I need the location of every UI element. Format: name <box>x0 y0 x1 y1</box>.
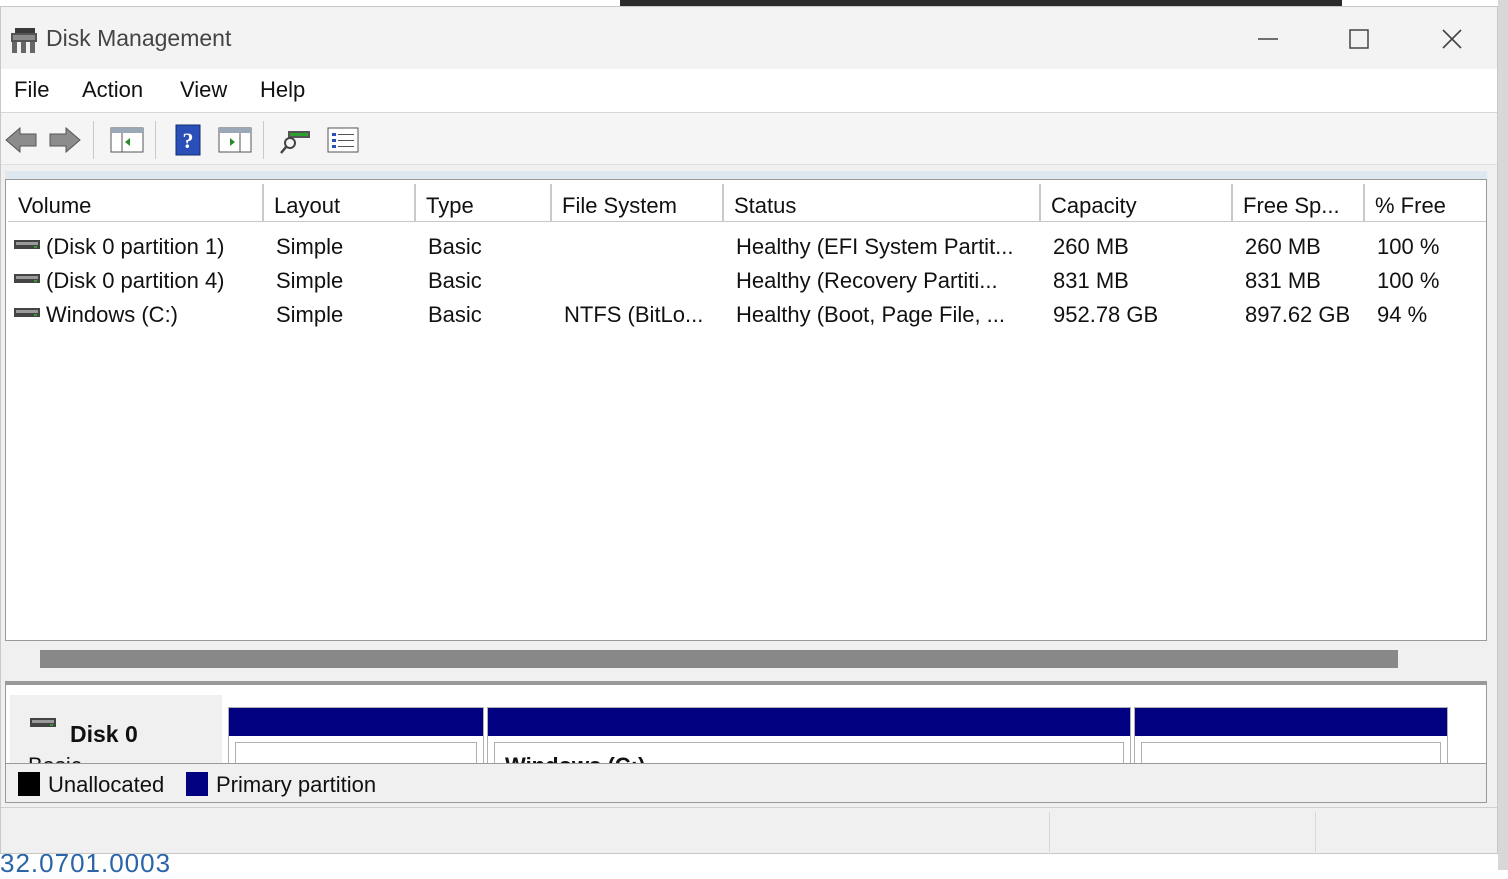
menu-help[interactable]: Help <box>260 77 305 103</box>
toolbar: ? <box>1 113 1497 165</box>
disk-graphical-view: Disk 0 Basic Windows (C:) <box>5 685 1487 763</box>
column-header-file-system[interactable]: File System <box>552 184 724 222</box>
cell-capacity: 260 MB <box>1053 234 1129 259</box>
column-header-layout[interactable]: Layout <box>264 184 416 222</box>
column-header-volume[interactable]: Volume <box>8 184 264 222</box>
menu-bar: File Action View Help <box>1 69 1497 113</box>
legend: Unallocated Primary partition <box>5 763 1487 803</box>
rescan-disks-button[interactable] <box>280 123 314 157</box>
menu-view[interactable]: View <box>180 77 227 103</box>
toolbar-separator <box>263 121 264 159</box>
status-separator <box>1049 812 1050 852</box>
column-header-percent-free[interactable]: % Free <box>1365 184 1486 222</box>
partition-block[interactable]: Windows (C:) <box>487 707 1131 763</box>
cell-free-space: 260 MB <box>1245 234 1321 259</box>
properties-button[interactable] <box>326 123 360 157</box>
pane-divider <box>5 171 1487 179</box>
unallocated-swatch <box>18 772 40 796</box>
volume-icon <box>14 274 40 283</box>
menu-action[interactable]: Action <box>82 77 143 103</box>
status-separator <box>1315 812 1316 852</box>
cell-capacity: 952.78 GB <box>1053 302 1159 327</box>
cell-capacity: 831 MB <box>1053 268 1129 293</box>
cell-layout: Simple <box>276 234 344 259</box>
help-icon: ? <box>175 124 201 156</box>
primary-partition-bar <box>488 708 1130 736</box>
action-pane-icon <box>218 127 252 153</box>
cell-layout: Simple <box>276 302 344 327</box>
partition-title: Windows (C:) <box>505 753 645 763</box>
cell-status: Healthy (Boot, Page File, ... <box>736 302 1006 327</box>
status-bar <box>1 807 1497 853</box>
toolbar-separator <box>93 121 94 159</box>
rescan-disks-icon <box>280 131 310 154</box>
disk-management-app-icon <box>11 28 37 53</box>
window-shadow <box>1498 0 1508 870</box>
partition-block[interactable] <box>228 707 484 763</box>
legend-unallocated: Unallocated <box>48 772 165 797</box>
show-hide-console-tree-button[interactable] <box>110 123 144 157</box>
maximize-button[interactable] <box>1336 19 1382 59</box>
cell-status: Healthy (Recovery Partiti... <box>736 268 998 293</box>
cell-type: Basic <box>428 268 482 293</box>
cell-type: Basic <box>428 234 482 259</box>
disk-icon <box>30 718 56 727</box>
primary-partition-swatch <box>186 772 208 796</box>
volume-icon <box>14 308 40 317</box>
column-header-status[interactable]: Status <box>724 184 1041 222</box>
minimize-button[interactable] <box>1245 19 1291 59</box>
cell-file-system: NTFS (BitLo... <box>564 302 704 327</box>
close-button[interactable] <box>1429 19 1475 59</box>
cell-volume: Windows (C:) <box>46 302 179 327</box>
toolbar-separator <box>155 121 156 159</box>
volume-list: Volume Layout Type File System Status Ca… <box>5 179 1487 641</box>
column-header-free-space[interactable]: Free Sp... <box>1233 184 1365 222</box>
cell-type: Basic <box>428 302 482 327</box>
cell-volume: (Disk 0 partition 1) <box>46 234 225 259</box>
scrollbar-thumb[interactable] <box>40 650 1398 668</box>
forward-arrow-icon <box>49 126 81 154</box>
legend-primary-partition: Primary partition <box>216 772 377 797</box>
forward-button[interactable] <box>48 123 82 157</box>
partition-detail <box>1141 742 1441 763</box>
partition-detail <box>235 742 477 763</box>
primary-partition-bar <box>1135 708 1447 736</box>
cell-free-space: 897.62 GB <box>1245 302 1351 327</box>
partition-detail: Windows (C:) <box>494 742 1124 763</box>
disk-label[interactable]: Disk 0 Basic <box>10 695 222 763</box>
horizontal-scrollbar[interactable] <box>5 641 1487 677</box>
console-tree-icon <box>110 127 144 153</box>
column-header-capacity[interactable]: Capacity <box>1041 184 1233 222</box>
close-icon <box>1442 29 1462 49</box>
partition-block[interactable] <box>1134 707 1448 763</box>
window-title: Disk Management <box>46 25 232 51</box>
disk-type: Basic <box>28 753 82 763</box>
title-bar[interactable]: Disk Management <box>1 7 1497 69</box>
cell-percent-free: 100 % <box>1377 234 1440 259</box>
primary-partition-bar <box>229 708 483 736</box>
cell-percent-free: 100 % <box>1377 268 1440 293</box>
table-row[interactable]: (Disk 0 partition 4) Simple Basic Health… <box>6 264 1486 298</box>
volume-icon <box>14 240 40 249</box>
cell-volume: (Disk 0 partition 4) <box>46 268 225 293</box>
disk-name: Disk 0 <box>70 721 138 747</box>
cell-layout: Simple <box>276 268 344 293</box>
back-arrow-icon <box>5 126 37 154</box>
disk-management-window: Disk Management File Action View Help ? … <box>0 6 1498 854</box>
cell-free-space: 831 MB <box>1245 268 1321 293</box>
column-header-type[interactable]: Type <box>416 184 552 222</box>
cell-status: Healthy (EFI System Partit... <box>736 234 1014 259</box>
help-button[interactable]: ? <box>172 123 206 157</box>
properties-icon <box>327 127 359 153</box>
cell-percent-free: 94 % <box>1377 302 1428 327</box>
maximize-icon <box>1349 29 1369 49</box>
back-button[interactable] <box>4 123 38 157</box>
table-row[interactable]: (Disk 0 partition 1) Simple Basic Health… <box>6 230 1486 264</box>
minimize-icon <box>1258 38 1278 40</box>
table-row[interactable]: Windows (C:) Simple Basic NTFS (BitLo...… <box>6 298 1486 332</box>
svg-text:?: ? <box>183 128 194 153</box>
show-hide-action-pane-button[interactable] <box>218 123 252 157</box>
menu-file[interactable]: File <box>14 77 49 103</box>
